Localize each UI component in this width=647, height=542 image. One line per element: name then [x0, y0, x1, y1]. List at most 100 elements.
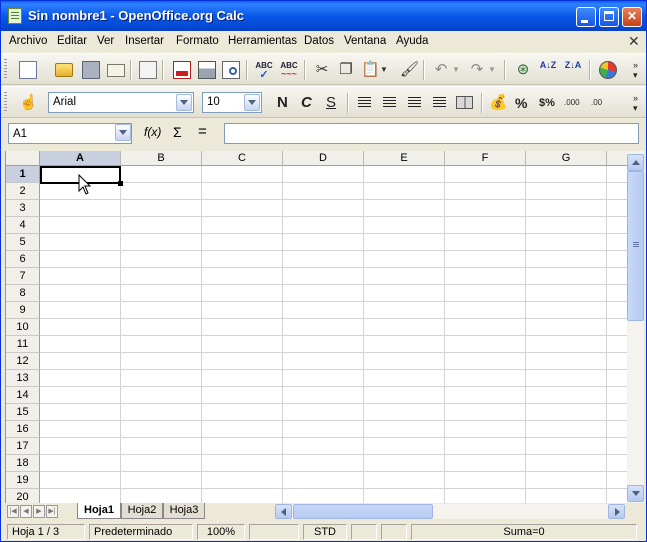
redo-icon[interactable]: ↷: [468, 61, 486, 79]
italic-button[interactable]: C: [301, 93, 312, 113]
toolbar-more-icon[interactable]: » ▾: [633, 93, 638, 113]
maximize-button[interactable]: [599, 7, 619, 27]
close-document-icon[interactable]: ✕: [628, 33, 640, 50]
chart-icon[interactable]: [599, 61, 617, 79]
horizontal-scrollbar[interactable]: [275, 504, 625, 519]
print-preview-icon[interactable]: [222, 61, 240, 79]
name-box[interactable]: A1: [8, 123, 132, 144]
row-header[interactable]: 14: [6, 387, 40, 404]
chevron-down-icon[interactable]: [115, 124, 131, 141]
column-header[interactable]: F: [445, 151, 526, 166]
sheet-tab-hoja2[interactable]: Hoja2: [121, 503, 163, 519]
row-header[interactable]: 16: [6, 421, 40, 438]
row-header[interactable]: 12: [6, 353, 40, 370]
row-header[interactable]: 9: [6, 302, 40, 319]
toolbar-grip[interactable]: [4, 59, 7, 79]
minimize-button[interactable]: [576, 7, 596, 27]
scroll-right-button[interactable]: [608, 504, 625, 519]
chevron-down-icon[interactable]: [176, 94, 192, 111]
sort-descending-icon[interactable]: Z↓A: [564, 61, 582, 79]
add-decimal-button[interactable]: .000: [564, 93, 580, 113]
email-icon[interactable]: [107, 64, 125, 77]
standard-format-button[interactable]: $%: [539, 93, 555, 113]
format-paintbrush-icon[interactable]: 🖌: [400, 61, 419, 79]
remove-decimal-button[interactable]: .00: [591, 93, 602, 113]
sheet-tab-hoja1[interactable]: Hoja1: [77, 503, 121, 519]
menu-formato[interactable]: Formato: [176, 35, 219, 47]
row-header[interactable]: 2: [6, 183, 40, 200]
next-sheet-icon[interactable]: ▶: [33, 505, 45, 518]
vertical-scroll-thumb[interactable]: [627, 171, 644, 321]
row-header[interactable]: 10: [6, 319, 40, 336]
currency-format-icon[interactable]: 💰: [489, 94, 508, 112]
row-header[interactable]: 4: [6, 217, 40, 234]
bold-button[interactable]: N: [277, 93, 288, 113]
calc-app-icon[interactable]: [8, 8, 22, 24]
first-sheet-icon[interactable]: |◀: [7, 505, 19, 518]
row-header[interactable]: 8: [6, 285, 40, 302]
row-header[interactable]: 18: [6, 455, 40, 472]
row-header[interactable]: 17: [6, 438, 40, 455]
cut-icon[interactable]: ✂: [313, 61, 331, 79]
scroll-left-button[interactable]: [275, 504, 292, 519]
styles-icon[interactable]: ☝: [19, 94, 38, 112]
last-sheet-icon[interactable]: ▶|: [46, 505, 58, 518]
align-center-icon[interactable]: [383, 97, 396, 108]
prev-sheet-icon[interactable]: ◀: [20, 505, 32, 518]
merge-cells-icon[interactable]: [456, 96, 473, 109]
undo-dropdown-icon[interactable]: ▼: [451, 61, 461, 79]
menu-ayuda[interactable]: Ayuda: [396, 35, 428, 47]
sum-icon[interactable]: Σ: [173, 124, 182, 140]
menu-herramientas[interactable]: Herramientas: [228, 35, 297, 47]
horizontal-scroll-thumb[interactable]: [293, 504, 433, 519]
open-folder-icon[interactable]: [55, 63, 73, 77]
selection-mode-status[interactable]: STD: [303, 524, 347, 540]
row-header[interactable]: 19: [6, 472, 40, 489]
function-icon[interactable]: =: [198, 123, 207, 140]
title-bar[interactable]: Sin nombre1 - OpenOffice.org Calc ✕: [1, 1, 646, 31]
formula-input[interactable]: [224, 123, 639, 144]
cell-area[interactable]: [40, 166, 628, 503]
column-header[interactable]: A: [40, 151, 121, 166]
percent-format-button[interactable]: %: [515, 93, 527, 113]
menu-ver[interactable]: Ver: [97, 35, 114, 47]
paste-icon[interactable]: 📋: [361, 61, 380, 79]
menu-datos[interactable]: Datos: [304, 35, 334, 47]
navigator-icon[interactable]: ⊛: [514, 61, 532, 79]
page-style-status[interactable]: Predeterminado: [89, 524, 193, 540]
scroll-down-button[interactable]: [627, 485, 644, 502]
toolbar-more-icon[interactable]: » ▾: [633, 60, 638, 80]
column-header[interactable]: E: [364, 151, 445, 166]
new-document-icon[interactable]: [19, 61, 37, 79]
vertical-scrollbar[interactable]: [627, 151, 644, 503]
row-header[interactable]: 20: [6, 489, 40, 503]
function-wizard-icon[interactable]: f(x): [144, 125, 161, 139]
row-header[interactable]: 3: [6, 200, 40, 217]
sort-ascending-icon[interactable]: A↓Z: [539, 61, 557, 79]
toolbar-grip[interactable]: [4, 92, 7, 112]
row-header[interactable]: 13: [6, 370, 40, 387]
row-header[interactable]: 7: [6, 268, 40, 285]
scroll-up-button[interactable]: [627, 154, 644, 171]
row-header[interactable]: 15: [6, 404, 40, 421]
autospell-icon[interactable]: ABC: [280, 61, 298, 79]
row-header[interactable]: 1: [6, 166, 40, 183]
column-header[interactable]: D: [283, 151, 364, 166]
copy-icon[interactable]: ❐: [337, 61, 355, 79]
undo-icon[interactable]: ↶: [432, 61, 450, 79]
select-all-corner[interactable]: [6, 151, 40, 166]
column-header[interactable]: C: [202, 151, 283, 166]
paste-dropdown-icon[interactable]: ▼: [379, 61, 389, 79]
close-button[interactable]: ✕: [622, 7, 642, 27]
sheet-tab-hoja3[interactable]: Hoja3: [163, 503, 205, 519]
save-disk-icon[interactable]: [82, 61, 100, 79]
column-header[interactable]: G: [526, 151, 607, 166]
column-header[interactable]: B: [121, 151, 202, 166]
name-box-dropdown[interactable]: [114, 123, 132, 144]
row-header[interactable]: 5: [6, 234, 40, 251]
underline-button[interactable]: S: [326, 93, 336, 113]
menu-insertar[interactable]: Insertar: [125, 35, 164, 47]
align-left-icon[interactable]: [358, 97, 371, 108]
zoom-status[interactable]: 100%: [197, 524, 245, 540]
column-header-partial[interactable]: [607, 151, 628, 166]
